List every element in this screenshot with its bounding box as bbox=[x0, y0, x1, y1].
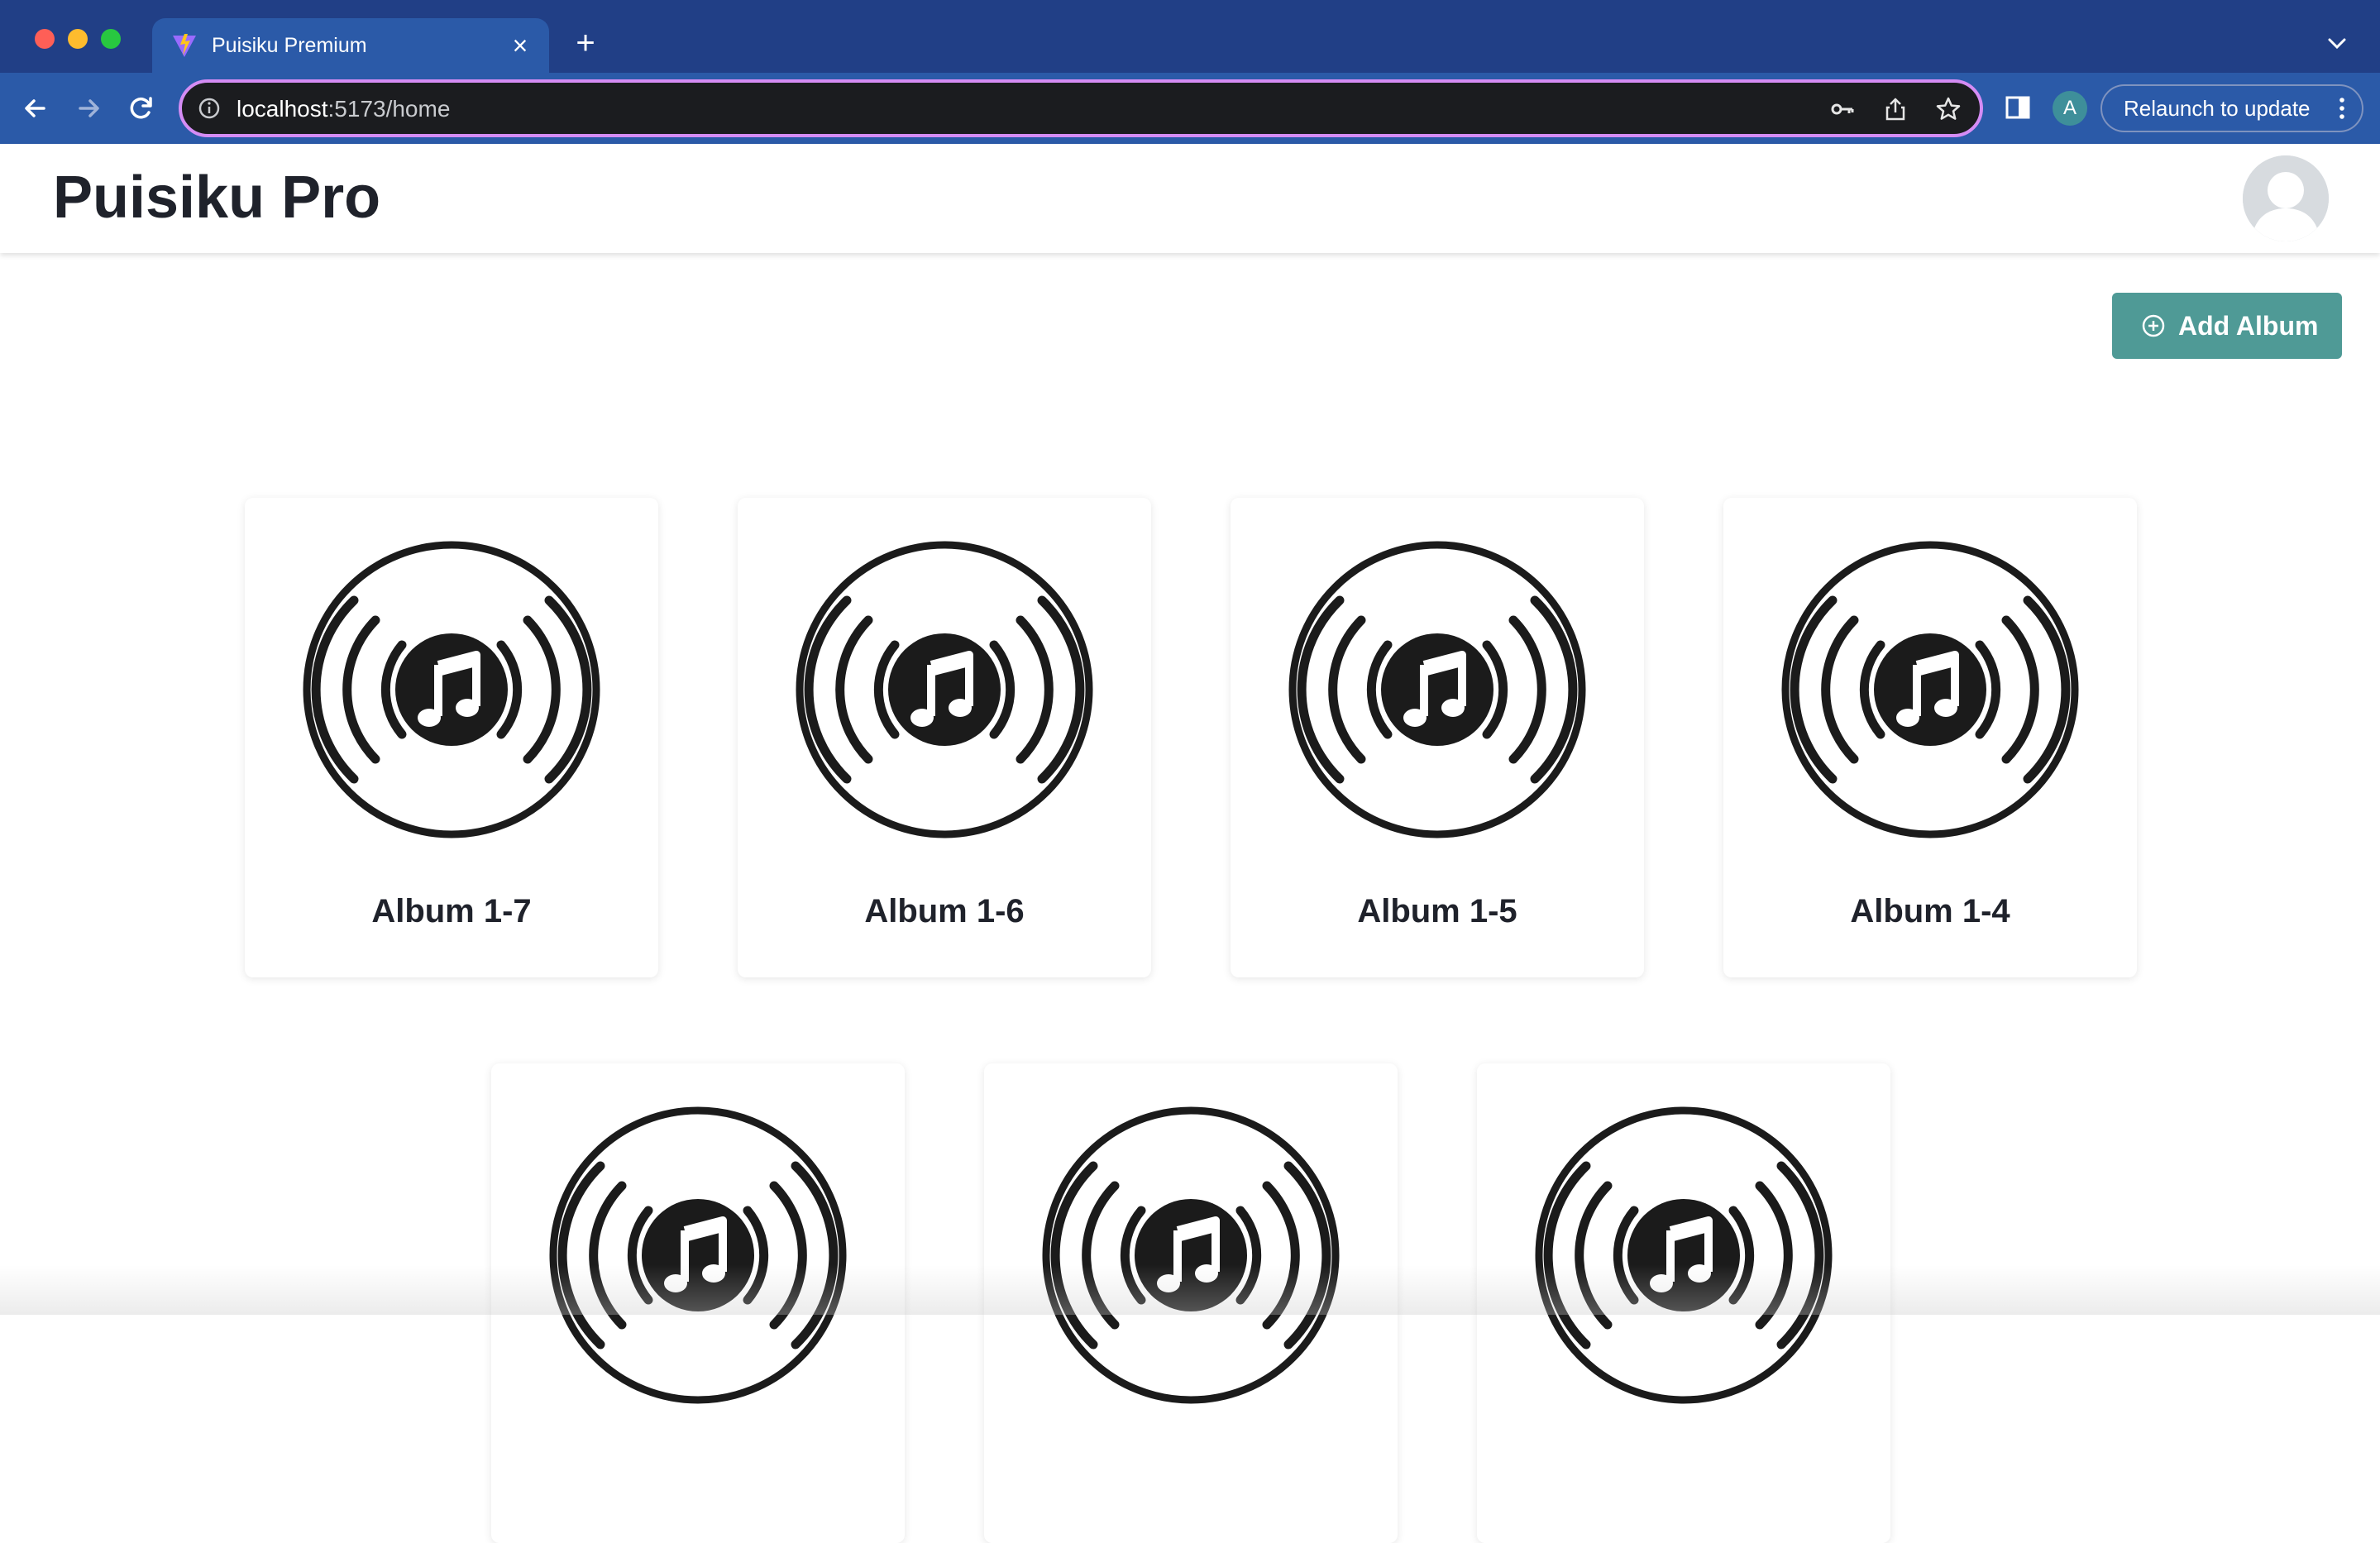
browser-toolbar: localhost:5173/home A Relaunch to update bbox=[0, 73, 2380, 144]
add-album-button[interactable]: Add Album bbox=[2112, 293, 2342, 359]
music-disc-icon bbox=[549, 1106, 847, 1404]
album-title: Album 1-6 bbox=[864, 893, 1025, 929]
music-disc-icon bbox=[1535, 1106, 1833, 1404]
key-icon[interactable] bbox=[1829, 96, 1856, 122]
tab-title: Puisiku Premium bbox=[212, 34, 367, 57]
music-disc-icon bbox=[1781, 541, 2079, 838]
url-host: localhost bbox=[237, 96, 328, 122]
url-path: :5173/home bbox=[327, 96, 451, 122]
back-arrow-icon[interactable] bbox=[17, 89, 55, 127]
forward-arrow-icon[interactable] bbox=[69, 89, 108, 127]
kebab-menu-icon[interactable] bbox=[2332, 96, 2352, 121]
album-card[interactable]: Album 1-6 bbox=[738, 498, 1151, 977]
site-info-icon[interactable] bbox=[197, 96, 222, 121]
browser-titlebar: Puisiku Premium × + bbox=[0, 0, 2380, 73]
bookmark-star-icon[interactable] bbox=[1935, 96, 1962, 122]
maximize-window-button[interactable] bbox=[101, 29, 121, 49]
music-disc-icon bbox=[1288, 541, 1586, 838]
plus-circle-icon bbox=[2142, 314, 2165, 337]
vite-favicon-icon bbox=[173, 34, 196, 57]
app-title: Puisiku Pro bbox=[53, 165, 381, 231]
user-avatar[interactable] bbox=[2243, 155, 2329, 241]
browser-profile-avatar[interactable]: A bbox=[2053, 91, 2087, 126]
reload-icon[interactable] bbox=[122, 89, 160, 127]
album-title: Album 1-7 bbox=[371, 893, 532, 929]
url-text[interactable]: localhost:5173/home bbox=[237, 94, 450, 124]
music-disc-icon bbox=[1042, 1106, 1340, 1404]
address-bar[interactable]: localhost:5173/home bbox=[179, 79, 1983, 137]
new-tab-button[interactable]: + bbox=[569, 26, 602, 60]
album-card[interactable] bbox=[984, 1063, 1398, 1543]
album-title: Album 1-5 bbox=[1357, 893, 1517, 929]
tab-close-icon[interactable]: × bbox=[506, 31, 534, 60]
app-header: Puisiku Pro bbox=[0, 144, 2380, 253]
default-user-avatar-icon bbox=[2243, 155, 2329, 241]
main-content: Add Album Album 1-7 Album 1-6 Album 1-5 … bbox=[0, 253, 2380, 1543]
music-disc-icon bbox=[303, 541, 600, 838]
side-panel-icon[interactable] bbox=[2003, 93, 2033, 122]
close-window-button[interactable] bbox=[35, 29, 55, 49]
minimize-window-button[interactable] bbox=[68, 29, 88, 49]
browser-chrome: Puisiku Premium × + localhost:5173/home bbox=[0, 0, 2380, 144]
add-album-label: Add Album bbox=[2178, 310, 2319, 341]
album-card[interactable]: Album 1-5 bbox=[1231, 498, 1644, 977]
relaunch-label: Relaunch to update bbox=[2124, 96, 2311, 121]
relaunch-to-update-button[interactable]: Relaunch to update bbox=[2100, 84, 2363, 132]
album-card[interactable]: Album 1-4 bbox=[1723, 498, 2137, 977]
browser-tab-active[interactable]: Puisiku Premium × bbox=[152, 18, 549, 73]
album-card[interactable] bbox=[1477, 1063, 1890, 1543]
music-disc-icon bbox=[796, 541, 1093, 838]
album-card[interactable] bbox=[491, 1063, 905, 1543]
chevron-down-icon[interactable] bbox=[2324, 30, 2350, 56]
album-title: Album 1-4 bbox=[1850, 893, 2010, 929]
share-icon[interactable] bbox=[1882, 96, 1909, 122]
album-card[interactable]: Album 1-7 bbox=[245, 498, 658, 977]
